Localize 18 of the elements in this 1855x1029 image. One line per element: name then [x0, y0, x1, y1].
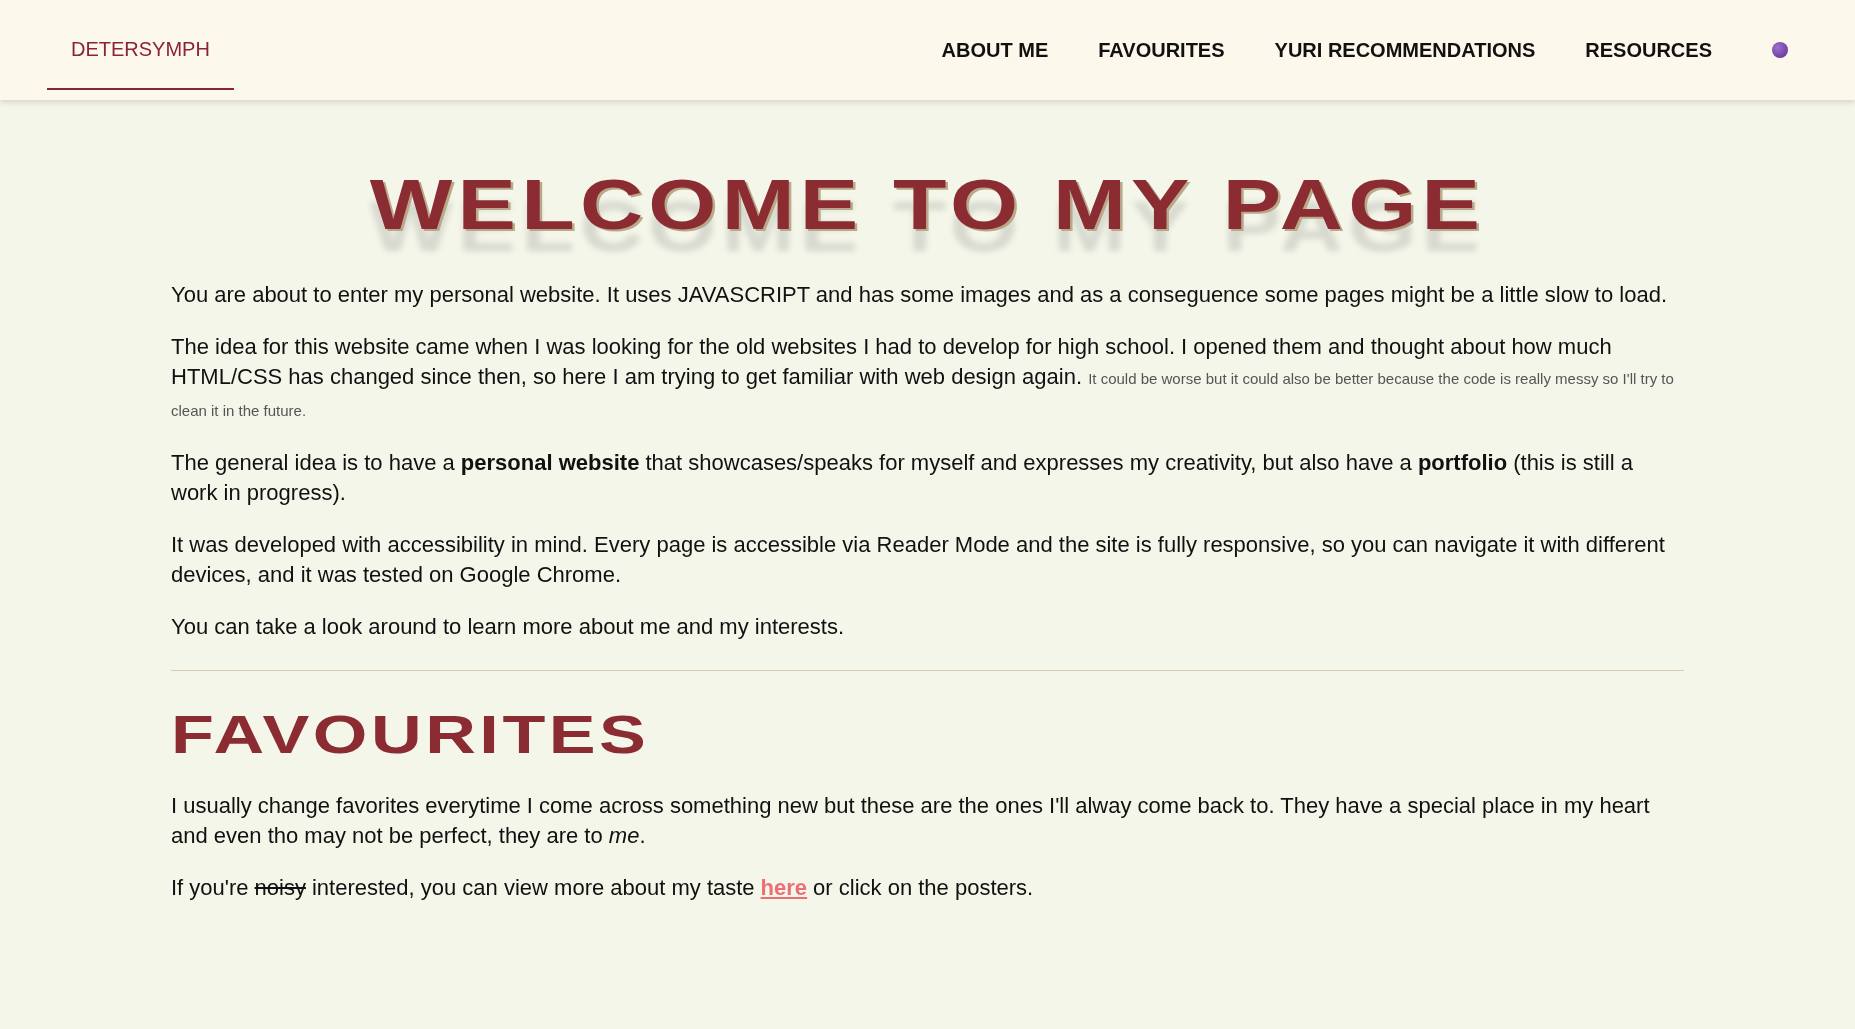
intro-paragraph: You are about to enter my personal website. It uses JAVASCRIPT and has some images and as a conseguence some pages might be a little slow to load.: [171, 281, 1669, 309]
posters-text: or click on the posters.: [813, 874, 1034, 902]
nav-link[interactable]: ABOUT ME: [941, 35, 1049, 65]
favourites-paragraph: I usually change favorites everytime I come across something new but these are the ones I'll alway come back to. They have a special place in my heart and even tho may not be perfect, they are to me.: [171, 792, 1651, 850]
taste-text: interested, you can view more about my taste: [311, 874, 755, 902]
nav-link[interactable]: FAVOURITES: [1098, 35, 1225, 65]
site-brand-link[interactable]: DETERSYMPH: [47, 10, 234, 90]
struck-word: noisy: [254, 874, 306, 902]
nav-link[interactable]: YURI RECOMMENDATIONS: [1274, 35, 1536, 65]
favourites-heading: FAVOURITES: [171, 707, 650, 761]
theme-toggle-button[interactable]: [1772, 42, 1788, 58]
intro-paragraph: It was developed with accessibility in mind. Every page is accessible via Reader Mode and the site is fully responsive, so you can navigate it with different devices, and it was tested on Google Chrome.: [171, 531, 1666, 589]
intro-paragraph: The general idea is to have a personal website that showcases/speaks for myself and expresses my creativity, but also have a portfolio (this is still a work in progress).: [171, 449, 1634, 507]
intro-paragraph: The idea for this website came when I was looking for the old websites I had to develop for high school. I opened them and thought about how much HTML/CSS has changed since then, so here I am trying to get familiar with web design again. It could be worse but it could also be better because the code is really messy so I'll try to clean it in the future.: [171, 333, 1675, 421]
intro-paragraph: You can take a look around to learn more about me and my interests.: [171, 613, 846, 641]
welcome-title: WELCOME TO MY PAGE: [368, 170, 1487, 240]
taste-text: If you're: [171, 874, 249, 902]
nav-link[interactable]: RESOURCES: [1585, 35, 1712, 65]
